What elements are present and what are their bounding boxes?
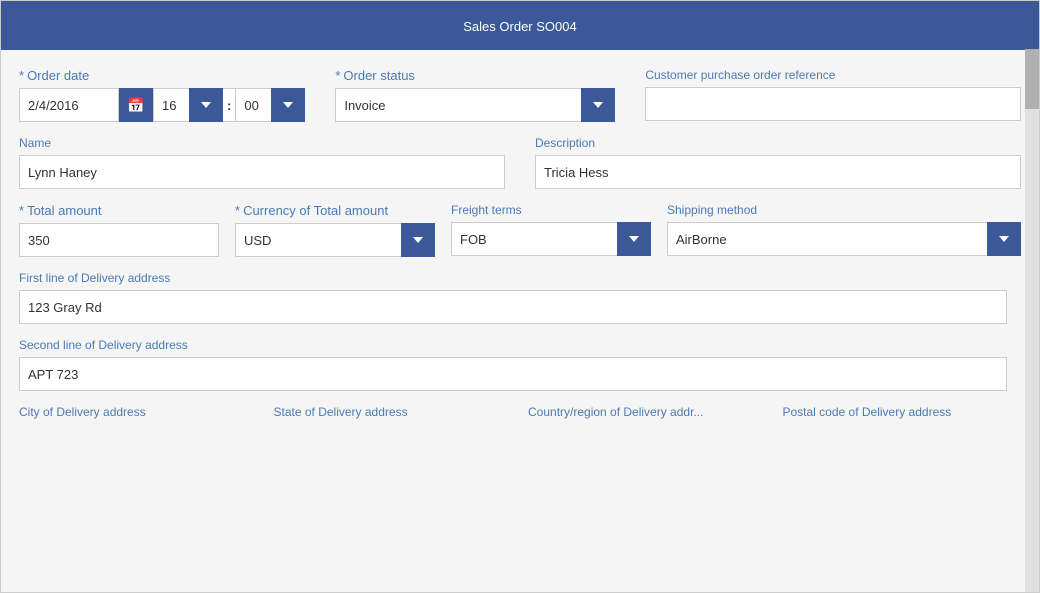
required-star-order-date: * — [19, 68, 24, 83]
group-shipping-method: Shipping method AirBorne Ground Express … — [667, 203, 1021, 256]
group-name: Name — [19, 136, 505, 189]
row-4: First line of Delivery address — [19, 271, 1021, 324]
shipping-method-select-wrapper: AirBorne Ground Express Overnight — [667, 222, 1021, 256]
order-date-label: *Order date — [19, 68, 305, 83]
title-bar: Sales Order SO004 — [1, 1, 1039, 50]
name-label: Name — [19, 136, 505, 150]
order-date-input[interactable] — [19, 88, 119, 122]
city-label: City of Delivery address — [19, 405, 258, 423]
group-delivery-line1: First line of Delivery address — [19, 271, 1021, 324]
group-customer-ref: Customer purchase order reference — [645, 68, 1021, 121]
page-title: Sales Order SO004 — [463, 19, 576, 34]
name-input[interactable] — [19, 155, 505, 189]
order-status-select-wrapper: Invoice Draft Confirmed Cancelled — [335, 88, 615, 122]
customer-ref-input[interactable] — [645, 87, 1021, 121]
postal-label: Postal code of Delivery address — [783, 405, 1022, 423]
row-2: Name Description — [19, 136, 1021, 189]
group-currency: *Currency of Total amount USD EUR GBP CA… — [235, 203, 435, 257]
currency-select[interactable]: USD EUR GBP CAD — [235, 223, 435, 257]
delivery-line1-label: First line of Delivery address — [19, 271, 1021, 285]
hour-select-wrapper: 16 — [153, 88, 223, 122]
minute-select-wrapper: 00 — [235, 88, 305, 122]
delivery-line2-label: Second line of Delivery address — [19, 338, 1021, 352]
total-amount-input[interactable] — [19, 223, 219, 257]
freight-terms-select[interactable]: FOB CIF EXW DDP — [451, 222, 651, 256]
customer-ref-label: Customer purchase order reference — [645, 68, 1021, 82]
shipping-method-label: Shipping method — [667, 203, 1021, 217]
group-freight-terms: Freight terms FOB CIF EXW DDP — [451, 203, 651, 256]
form-area: *Order date 📅 16 : — [1, 50, 1039, 592]
required-star-order-status: * — [335, 68, 340, 83]
group-order-status: *Order status Invoice Draft Confirmed Ca… — [335, 68, 615, 122]
shipping-method-select[interactable]: AirBorne Ground Express Overnight — [667, 222, 1021, 256]
calendar-button[interactable]: 📅 — [119, 88, 153, 122]
scrollbar-track[interactable] — [1025, 49, 1039, 592]
order-status-select[interactable]: Invoice Draft Confirmed Cancelled — [335, 88, 615, 122]
row-3: *Total amount *Currency of Total amount … — [19, 203, 1021, 257]
group-total-amount: *Total amount — [19, 203, 219, 257]
delivery-line2-input[interactable] — [19, 357, 1007, 391]
row-6-labels: City of Delivery address State of Delive… — [19, 405, 1021, 423]
description-input[interactable] — [535, 155, 1021, 189]
calendar-icon: 📅 — [127, 97, 144, 114]
hour-select[interactable]: 16 — [153, 88, 223, 122]
date-wrapper: 📅 16 : 00 — [19, 88, 305, 122]
main-window: Sales Order SO004 *Order date 📅 — [0, 0, 1040, 593]
required-star-total: * — [19, 203, 24, 218]
freight-terms-select-wrapper: FOB CIF EXW DDP — [451, 222, 651, 256]
row-5: Second line of Delivery address — [19, 338, 1021, 391]
order-status-label: *Order status — [335, 68, 615, 83]
state-label: State of Delivery address — [274, 405, 513, 423]
group-delivery-line2: Second line of Delivery address — [19, 338, 1021, 391]
required-star-currency: * — [235, 203, 240, 218]
time-colon: : — [223, 88, 235, 122]
group-order-date: *Order date 📅 16 : — [19, 68, 305, 122]
row-1: *Order date 📅 16 : — [19, 68, 1021, 122]
currency-select-wrapper: USD EUR GBP CAD — [235, 223, 435, 257]
country-label: Country/region of Delivery addr... — [528, 405, 767, 423]
delivery-line1-input[interactable] — [19, 290, 1007, 324]
scrollbar-thumb[interactable] — [1025, 49, 1039, 109]
currency-label: *Currency of Total amount — [235, 203, 435, 218]
freight-terms-label: Freight terms — [451, 203, 651, 217]
description-label: Description — [535, 136, 1021, 150]
group-description: Description — [535, 136, 1021, 189]
minute-select[interactable]: 00 — [235, 88, 305, 122]
total-amount-label: *Total amount — [19, 203, 219, 218]
